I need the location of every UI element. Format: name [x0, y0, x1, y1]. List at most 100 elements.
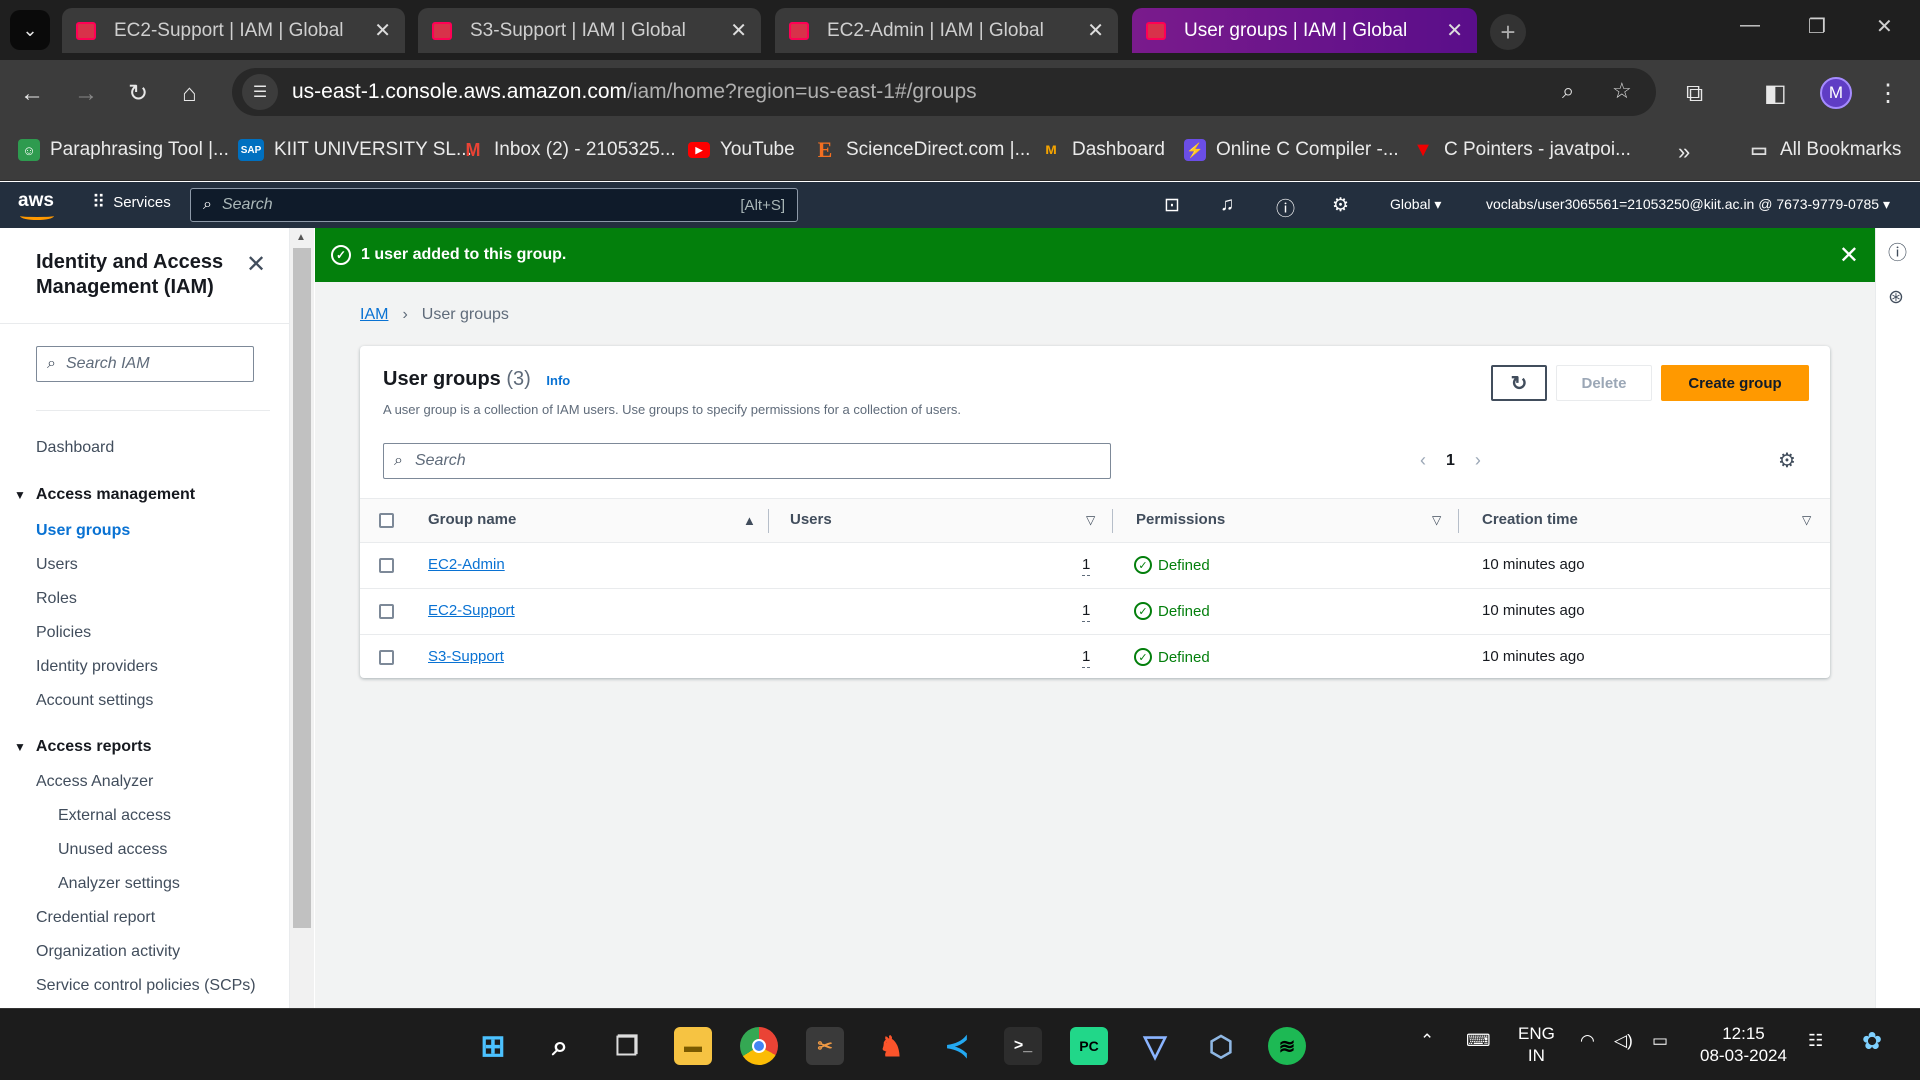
chrome-icon[interactable]: [740, 1027, 778, 1065]
security-panel-icon[interactable]: ⊛: [1888, 286, 1904, 309]
prev-page-icon[interactable]: ‹: [1420, 450, 1426, 471]
group-name-link[interactable]: EC2-Admin: [428, 556, 505, 573]
tab-search-dropdown-icon[interactable]: ⌄: [10, 10, 50, 50]
services-menu[interactable]: ⠿ Services: [92, 192, 171, 213]
group-user-count[interactable]: 1: [1082, 556, 1091, 576]
region-selector[interactable]: Global ▾: [1390, 196, 1441, 213]
cloudshell-icon[interactable]: ⊡: [1164, 194, 1180, 217]
sort-toggle-icon[interactable]: ▽: [1802, 513, 1811, 527]
group-name-link[interactable]: S3-Support: [428, 648, 504, 665]
windows-start-icon[interactable]: ⊞: [474, 1027, 512, 1065]
groups-search-input[interactable]: ⌕ Search: [383, 443, 1111, 479]
sidebar-item-organization-activity[interactable]: Organization activity: [36, 943, 180, 961]
close-tab-icon[interactable]: ✕: [1087, 18, 1104, 43]
sidebar-item-scps[interactable]: Service control policies (SCPs): [36, 977, 256, 995]
column-creation-time[interactable]: Creation time: [1482, 511, 1578, 528]
forward-arrow-icon[interactable]: →: [74, 79, 98, 109]
sidebar-scrollbar[interactable]: ▲: [290, 228, 314, 1008]
back-arrow-icon[interactable]: ←: [20, 79, 44, 109]
sidebar-item-external-access[interactable]: External access: [58, 807, 171, 825]
browser-tab-3[interactable]: EC2-Admin | IAM | Global ✕: [775, 8, 1118, 53]
system-clock[interactable]: 12:15 08-03-2024: [1700, 1023, 1787, 1067]
sidebar-item-user-groups[interactable]: User groups: [36, 522, 130, 540]
browser-tab-2[interactable]: S3-Support | IAM | Global ✕: [418, 8, 761, 53]
vscode-icon[interactable]: ≺: [938, 1027, 976, 1065]
sidebar-item-users[interactable]: Users: [36, 556, 78, 574]
side-panel-icon[interactable]: ◧: [1764, 79, 1787, 109]
restore-icon[interactable]: ❐: [1808, 14, 1826, 39]
sort-toggle-icon[interactable]: ▽: [1086, 513, 1095, 527]
window-close-icon[interactable]: ✕: [1876, 14, 1893, 39]
volume-icon[interactable]: ◁): [1614, 1031, 1633, 1051]
terminal-icon[interactable]: >_: [1004, 1027, 1042, 1065]
reload-icon[interactable]: ↻: [128, 79, 148, 109]
bookmark-youtube[interactable]: ▶ YouTube: [688, 139, 795, 161]
iam-search-input[interactable]: ⌕ Search IAM: [36, 346, 254, 382]
close-tab-icon[interactable]: ✕: [374, 18, 391, 43]
help-icon[interactable]: ⓘ: [1276, 194, 1295, 221]
file-explorer-icon[interactable]: ▬: [674, 1027, 712, 1065]
site-info-icon[interactable]: ☰: [242, 74, 278, 110]
scroll-up-arrow-icon[interactable]: ▲: [296, 232, 306, 243]
bookmark-inbox[interactable]: M Inbox (2) - 2105325...: [462, 139, 676, 161]
info-link[interactable]: Info: [546, 373, 570, 388]
zoom-search-icon[interactable]: ⌕: [1562, 78, 1574, 104]
more-bookmarks-chevron-icon[interactable]: »: [1678, 139, 1690, 165]
dismiss-flash-icon[interactable]: ✕: [1839, 241, 1859, 270]
taskbar-search-icon[interactable]: ⌕: [541, 1027, 579, 1065]
virtualbox-icon[interactable]: ⬡: [1202, 1027, 1240, 1065]
bookmark-dashboard[interactable]: ᴍ Dashboard: [1040, 139, 1165, 161]
browser-tab-1[interactable]: EC2-Support | IAM | Global ✕: [62, 8, 405, 53]
aws-search-input[interactable]: ⌕ Search [Alt+S]: [190, 188, 798, 222]
column-group-name[interactable]: Group name: [428, 511, 516, 528]
battery-icon[interactable]: ▭: [1652, 1031, 1668, 1051]
column-divider[interactable]: [1112, 509, 1113, 533]
group-user-count[interactable]: 1: [1082, 602, 1091, 622]
bookmark-javatpoint[interactable]: ▼ C Pointers - javatpoi...: [1412, 139, 1631, 161]
extensions-puzzle-icon[interactable]: ⧉: [1686, 79, 1703, 109]
notifications-bell-icon[interactable]: ♫: [1220, 194, 1234, 216]
wifi-icon[interactable]: ◠: [1580, 1031, 1595, 1051]
browser-tab-active[interactable]: User groups | IAM | Global ✕: [1132, 8, 1477, 53]
create-group-button[interactable]: Create group: [1661, 365, 1809, 401]
column-permissions[interactable]: Permissions: [1136, 511, 1225, 528]
sidebar-item-account-settings[interactable]: Account settings: [36, 692, 153, 710]
info-panel-icon[interactable]: ⓘ: [1888, 238, 1907, 265]
chrome-menu-icon[interactable]: ⋮: [1876, 79, 1900, 109]
settings-gear-icon[interactable]: ⚙: [1332, 194, 1349, 217]
column-divider[interactable]: [768, 509, 769, 533]
profile-avatar[interactable]: M: [1820, 77, 1852, 109]
sidebar-item-access-analyzer[interactable]: Access Analyzer: [36, 773, 153, 791]
brave-icon[interactable]: ♞: [872, 1027, 910, 1065]
spotify-icon[interactable]: ≋: [1268, 1027, 1306, 1065]
breadcrumb-iam-link[interactable]: IAM: [360, 306, 388, 324]
show-hidden-icons-chevron-icon[interactable]: ⌃: [1420, 1031, 1434, 1051]
bookmark-kiit[interactable]: SAP KIIT UNIVERSITY SL...: [238, 139, 472, 161]
sidebar-item-dashboard[interactable]: Dashboard: [36, 439, 114, 457]
home-icon[interactable]: ⌂: [182, 79, 197, 109]
close-tab-icon[interactable]: ✕: [1446, 18, 1463, 43]
new-tab-plus-icon[interactable]: +: [1490, 14, 1526, 50]
bookmark-star-icon[interactable]: ☆: [1612, 78, 1632, 104]
row-checkbox[interactable]: [379, 558, 394, 573]
minimize-icon[interactable]: —: [1740, 14, 1760, 37]
account-menu[interactable]: voclabs/user3065561=21053250@kiit.ac.in …: [1486, 196, 1890, 213]
language-indicator[interactable]: ENG IN: [1518, 1023, 1555, 1067]
snipping-tool-icon[interactable]: ✂: [806, 1027, 844, 1065]
sidebar-item-identity-providers[interactable]: Identity providers: [36, 658, 158, 676]
select-all-checkbox[interactable]: [379, 513, 394, 528]
delete-button[interactable]: Delete: [1556, 365, 1652, 401]
sidebar-item-analyzer-settings[interactable]: Analyzer settings: [58, 875, 180, 893]
sort-ascending-icon[interactable]: ▲: [743, 513, 756, 528]
column-divider[interactable]: [1458, 509, 1459, 533]
refresh-button[interactable]: ↻: [1491, 365, 1547, 401]
row-checkbox[interactable]: [379, 650, 394, 665]
row-checkbox[interactable]: [379, 604, 394, 619]
address-url[interactable]: us-east-1.console.aws.amazon.com/iam/hom…: [292, 80, 977, 104]
sidebar-item-policies[interactable]: Policies: [36, 624, 91, 642]
group-name-link[interactable]: EC2-Support: [428, 602, 515, 619]
group-user-count[interactable]: 1: [1082, 648, 1091, 668]
copilot-icon[interactable]: ✿: [1862, 1027, 1882, 1056]
keyboard-icon[interactable]: ⌨: [1466, 1031, 1491, 1051]
aws-logo[interactable]: aws: [18, 190, 54, 220]
